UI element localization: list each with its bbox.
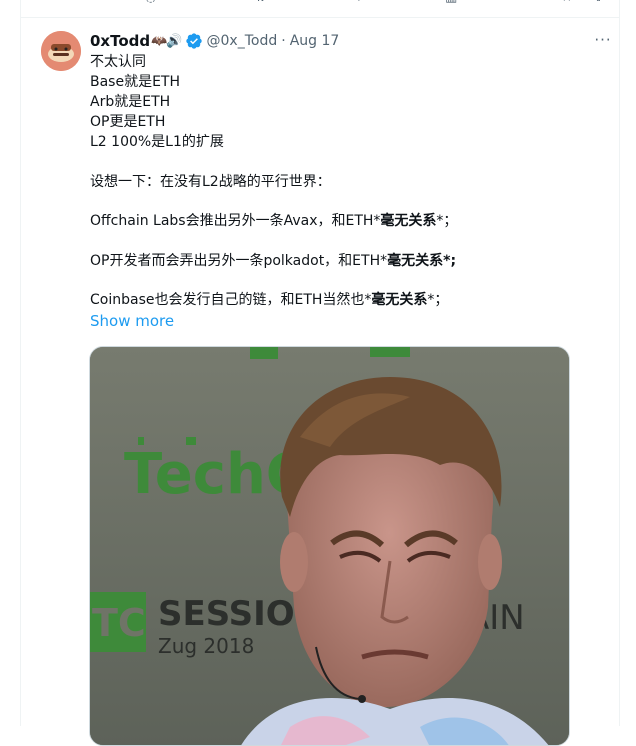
backdrop-text: Zug 2018: [158, 634, 254, 658]
tweet-line: OP更是ETH: [90, 114, 166, 130]
tweet-header: 0xTodd 🦇🔊 @0x_Todd · Aug 17: [90, 30, 605, 52]
show-more-link[interactable]: Show more: [90, 311, 605, 331]
author-name-emoji: 🦇🔊: [151, 33, 182, 49]
tweet-line: Coinbase也会发行自己的链，和ETH当然也*毫无关系*；: [90, 290, 605, 310]
tweet-line: Base就是ETH: [90, 74, 181, 90]
verified-badge-icon[interactable]: [185, 32, 203, 50]
author-handle[interactable]: @0x_Todd: [207, 33, 278, 49]
tweet-line: 设想一下：在没有L2战略的平行世界：: [90, 173, 331, 190]
previous-tweet-actions: ◌ ⇅ ♡ ▥ ☆ ⇪: [21, 0, 619, 8]
media-photo: TechC TC SESSIONS Zug 2018 AIN: [90, 347, 569, 745]
tweet-text: 不太认同 Base就是ETH Arb就是ETH OP更是ETH L2 100%是…: [90, 52, 605, 310]
reply-icon[interactable]: ◌: [145, 0, 156, 5]
views-icon[interactable]: ▥: [445, 0, 457, 5]
tweet-media-image[interactable]: TechC TC SESSIONS Zug 2018 AIN: [89, 346, 570, 746]
bookmark-icon[interactable]: ☆: [561, 0, 573, 5]
tweet-line: L2 100%是L1的扩展: [90, 134, 224, 150]
tweet-line: Offchain Labs会推出另外一条Avax，和ETH*毫无关系*；: [90, 211, 605, 231]
backdrop-logo-text: TC: [92, 601, 146, 645]
avatar[interactable]: [41, 31, 81, 71]
bold-phrase: 毫无关系: [387, 252, 444, 269]
bold-phrase: 毫无关系: [380, 213, 437, 230]
like-icon[interactable]: ♡: [353, 0, 365, 5]
backdrop-text: TechC: [124, 442, 307, 507]
retweet-icon[interactable]: ⇅: [255, 0, 266, 5]
tweet-divider: [21, 17, 619, 18]
tweet-date[interactable]: Aug 17: [290, 33, 340, 49]
tweet-content: 0xTodd 🦇🔊 @0x_Todd · Aug 17 不太认同 Base就是E…: [90, 30, 605, 331]
bold-phrase: 毫无关系: [371, 292, 428, 309]
share-icon[interactable]: ⇪: [593, 0, 604, 5]
author-name[interactable]: 0xTodd: [90, 32, 150, 50]
tweet-line-tail: *;: [443, 252, 457, 269]
tweet-line-tail: *；: [427, 292, 449, 309]
tweet-line-text: Coinbase也会发行自己的链，和ETH当然也*: [90, 292, 372, 309]
avatar-image: [41, 31, 81, 71]
tweet-line-text: OP开发者而会弄出另外一条polkadot，和ETH*: [90, 252, 388, 269]
tweet-line: OP开发者而会弄出另外一条polkadot，和ETH*毫无关系*;: [90, 251, 605, 271]
tweet-line-tail: *；: [436, 213, 458, 230]
tweet-line: 不太认同: [90, 54, 146, 70]
tweet-line: Arb就是ETH: [90, 94, 171, 110]
tweet-line-text: Offchain Labs会推出另外一条Avax，和ETH*: [90, 213, 381, 230]
header-dot: ·: [281, 33, 286, 49]
